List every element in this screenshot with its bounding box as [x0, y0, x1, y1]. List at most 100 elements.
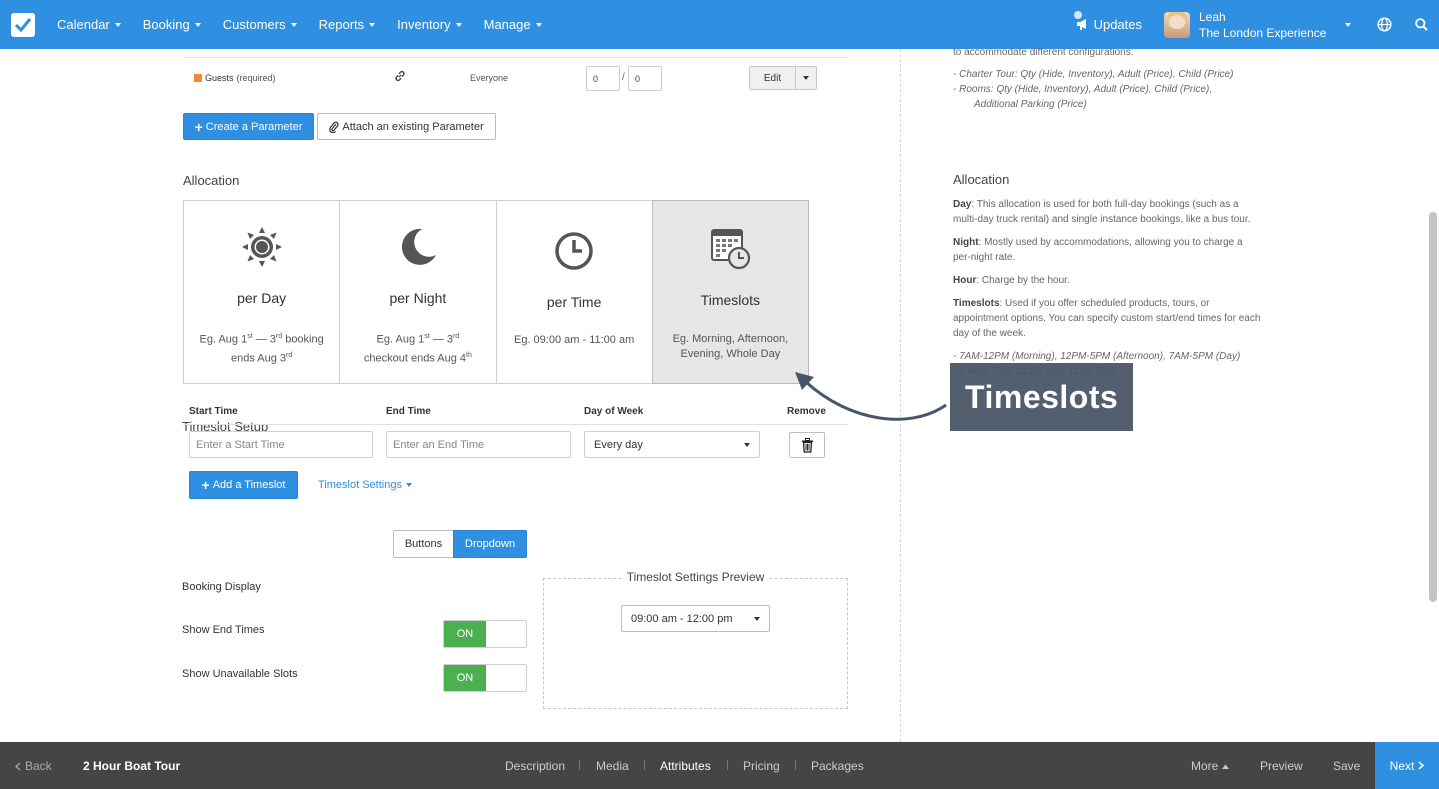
nav-booking-label: Booking: [142, 17, 190, 32]
trash-icon: [801, 437, 813, 453]
user-menu-caret-icon[interactable]: [1345, 22, 1351, 27]
show-unavailable-label: Show Unavailable Slots: [182, 668, 298, 680]
tab-separator: [579, 760, 580, 770]
link-icon[interactable]: [394, 70, 406, 84]
help-example-parking: Additional Parking (Price): [974, 99, 1087, 110]
preview-timeslot-value: 09:00 am - 12:00 pm: [631, 612, 733, 625]
switch-on-state: ON: [444, 621, 486, 647]
help-intro-tail: to accommodate different configurations.: [953, 47, 1134, 58]
help-allocation-title: Allocation: [953, 172, 1010, 187]
edit-dropdown-toggle[interactable]: [796, 67, 816, 89]
allocation-timeslots[interactable]: Timeslots Eg. Morning, Afternoon, Evenin…: [651, 200, 810, 384]
parameter-color-swatch: [194, 74, 202, 82]
chevron-down-icon: [754, 616, 760, 621]
timeslots-callout: Timeslots: [950, 363, 1133, 431]
show-end-times-switch[interactable]: ON: [443, 620, 527, 648]
chevron-down-icon: [405, 483, 412, 487]
chevron-down-icon: [455, 22, 462, 27]
remove-timeslot-button[interactable]: [789, 432, 825, 458]
parameter-audience: Everyone: [470, 73, 509, 83]
app-logo-icon[interactable]: [11, 12, 35, 37]
parameter-required-label: (required): [236, 73, 276, 83]
megaphone-icon: [1076, 19, 1086, 30]
attach-parameter-button[interactable]: Attach an existing Parameter: [317, 113, 496, 140]
timeslot-settings-link[interactable]: Timeslot Settings: [318, 479, 412, 491]
next-button[interactable]: Next: [1375, 742, 1439, 789]
end-time-input[interactable]: Enter an End Time: [386, 431, 571, 458]
parameter-max-input[interactable]: 0: [628, 66, 662, 91]
top-navbar: Calendar Booking Customers Reports Inven…: [0, 0, 1439, 49]
nav-manage[interactable]: Manage: [484, 17, 542, 32]
timeslots-description: Eg. Morning, Afternoon, Evening, Whole D…: [672, 333, 789, 360]
chevron-down-icon: [290, 22, 297, 27]
updates-button[interactable]: Updates: [1073, 11, 1142, 32]
globe-icon[interactable]: [1373, 14, 1395, 36]
day-of-week-value: Every day: [594, 438, 643, 451]
allocation-title: Allocation: [183, 173, 240, 188]
show-unavailable-switch[interactable]: ON: [443, 664, 527, 692]
tab-attributes[interactable]: Attributes: [660, 759, 711, 773]
help-timeslot-example-1: - 7AM-12PM (Morning), 12PM-5PM (Afternoo…: [953, 351, 1241, 362]
display-buttons-option[interactable]: Buttons: [393, 530, 453, 558]
start-time-input[interactable]: Enter a Start Time: [189, 431, 373, 458]
tab-description[interactable]: Description: [505, 759, 565, 773]
nav-calendar[interactable]: Calendar: [57, 17, 121, 32]
plus-icon: +: [194, 118, 203, 135]
nav-reports[interactable]: Reports: [319, 17, 376, 32]
add-timeslot-button[interactable]: + Add a Timeslot: [189, 471, 298, 499]
create-parameter-label: Create a Parameter: [205, 120, 303, 133]
col-end-time: End Time: [386, 406, 431, 417]
allocation-per-night[interactable]: per Night Eg. Aug 1st — 3rd checkout ends…: [340, 201, 497, 383]
preview-timeslot-select[interactable]: 09:00 am - 12:00 pm: [621, 605, 770, 632]
help-example-rooms: - Rooms: Qty (Hide, Inventory), Adult (P…: [953, 84, 1213, 95]
user-menu[interactable]: Leah The London Experience: [1199, 9, 1331, 41]
callout-arrow-icon: [795, 372, 947, 421]
booking-display-toggle: Buttons Dropdown: [393, 530, 527, 558]
tab-pricing[interactable]: Pricing: [743, 759, 780, 773]
tab-media[interactable]: Media: [596, 759, 629, 773]
nav-inventory[interactable]: Inventory: [397, 17, 462, 32]
back-label: Back: [25, 759, 52, 773]
help-example-charter: - Charter Tour: Qty (Hide, Inventory), A…: [953, 69, 1234, 80]
top-right-area: Updates Leah The London Experience: [1073, 0, 1439, 49]
help-hour-term: Hour: [953, 275, 977, 286]
min-max-separator: /: [622, 72, 625, 83]
more-menu[interactable]: More: [1191, 759, 1230, 773]
help-panel: to accommodate different configurations.…: [953, 47, 1263, 379]
chevron-down-icon: [803, 76, 809, 80]
timeslot-table: Start Time End Time Day of Week Remove: [183, 398, 848, 425]
parameter-edit-group: Edit: [749, 66, 817, 90]
chevron-down-icon: [744, 442, 750, 447]
help-timeslots-text: : Used if you offer scheduled products, …: [953, 298, 1261, 339]
day-of-week-select[interactable]: Every day: [584, 431, 760, 458]
nav-customers[interactable]: Customers: [223, 17, 297, 32]
timeslot-settings-label: Timeslot Settings: [318, 479, 402, 491]
allocation-per-day[interactable]: per Day Eg. Aug 1st — 3rd booking ends A…: [184, 201, 341, 383]
allocation-per-time[interactable]: per Time Eg. 09:00 am - 11:00 am: [497, 201, 653, 383]
chevron-right-icon: [1418, 761, 1425, 770]
help-hour: Hour: Charge by the hour.: [953, 273, 1263, 288]
per-time-description: Eg. 09:00 am - 11:00 am: [513, 334, 635, 346]
nav-booking[interactable]: Booking: [143, 17, 201, 32]
parameter-row: Guests (required) Everyone 0 / 0 Edit: [183, 57, 848, 99]
allocation-options: per Day Eg. Aug 1st — 3rd booking ends A…: [183, 200, 810, 384]
next-label: Next: [1389, 758, 1415, 773]
create-parameter-button[interactable]: + Create a Parameter: [183, 113, 314, 140]
help-night: Night: Mostly used by accommodations, al…: [953, 235, 1263, 265]
preview-button[interactable]: Preview: [1260, 759, 1303, 773]
display-dropdown-option[interactable]: Dropdown: [453, 530, 527, 558]
tab-packages[interactable]: Packages: [811, 759, 864, 773]
avatar[interactable]: [1164, 11, 1190, 38]
moon-icon: [340, 225, 495, 269]
save-button[interactable]: Save: [1333, 759, 1360, 773]
edit-button[interactable]: Edit: [750, 67, 796, 89]
per-day-description: Eg. Aug 1st — 3rd booking ends Aug 3rd: [199, 333, 324, 365]
search-icon[interactable]: [1410, 14, 1432, 36]
help-night-term: Night: [953, 237, 979, 248]
per-night-description: Eg. Aug 1st — 3rd checkout ends Aug 4th: [363, 333, 472, 365]
sun-icon: [184, 225, 339, 269]
back-button[interactable]: Back: [15, 759, 52, 773]
tab-separator: [644, 760, 645, 770]
scrollbar[interactable]: [1429, 212, 1437, 602]
parameter-min-input[interactable]: 0: [586, 66, 620, 91]
